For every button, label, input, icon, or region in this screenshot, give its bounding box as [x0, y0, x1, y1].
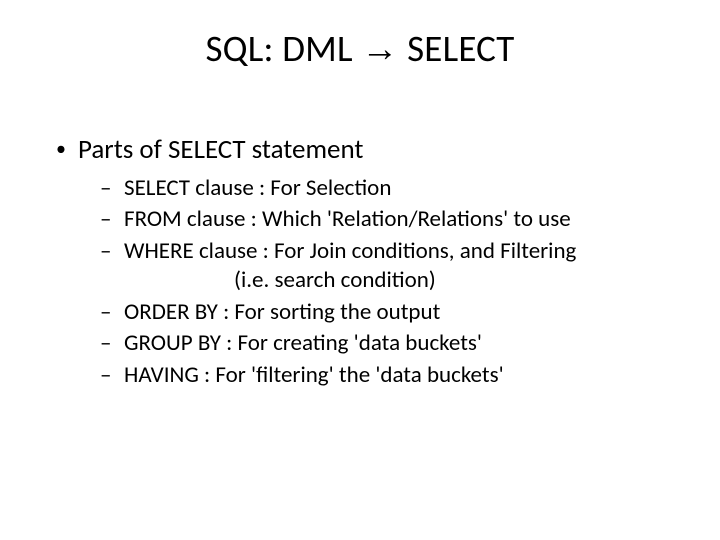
list-item: HAVING : For 'filtering' the 'data bucke… [100, 361, 680, 390]
list-item: WHERE clause : For Join conditions, and … [100, 237, 680, 296]
title-text-post: SELECT [399, 26, 515, 71]
sub-text-cont: (i.e. search condition) [124, 266, 680, 295]
list-item: ORDER BY : For sorting the output [100, 298, 680, 327]
list-item: GROUP BY : For creating 'data buckets' [100, 329, 680, 358]
bullet-text: Parts of SELECT statement [78, 133, 363, 166]
sub-text: HAVING : For 'filtering' the 'data bucke… [124, 361, 504, 389]
sub-text: ORDER BY : For sorting the output [124, 298, 440, 326]
sub-text: GROUP BY : For creating 'data buckets' [124, 329, 482, 357]
sub-text: SELECT clause : For Selection [124, 174, 391, 202]
sub-text: FROM clause : Which 'Relation/Relations'… [124, 205, 571, 233]
slide-title: SQL: DML → SELECT [40, 26, 680, 71]
arrow-icon: → [361, 28, 398, 69]
list-item: Parts of SELECT statement SELECT clause … [50, 133, 680, 390]
sub-text: WHERE clause : For Join conditions, and … [124, 237, 576, 265]
list-item: FROM clause : Which 'Relation/Relations'… [100, 205, 680, 234]
bullet-list: Parts of SELECT statement SELECT clause … [50, 133, 680, 390]
slide: SQL: DML → SELECT Parts of SELECT statem… [0, 0, 720, 540]
sub-list: SELECT clause : For Selection FROM claus… [100, 174, 680, 390]
list-item: SELECT clause : For Selection [100, 174, 680, 203]
title-text-pre: SQL: DML [205, 26, 361, 71]
